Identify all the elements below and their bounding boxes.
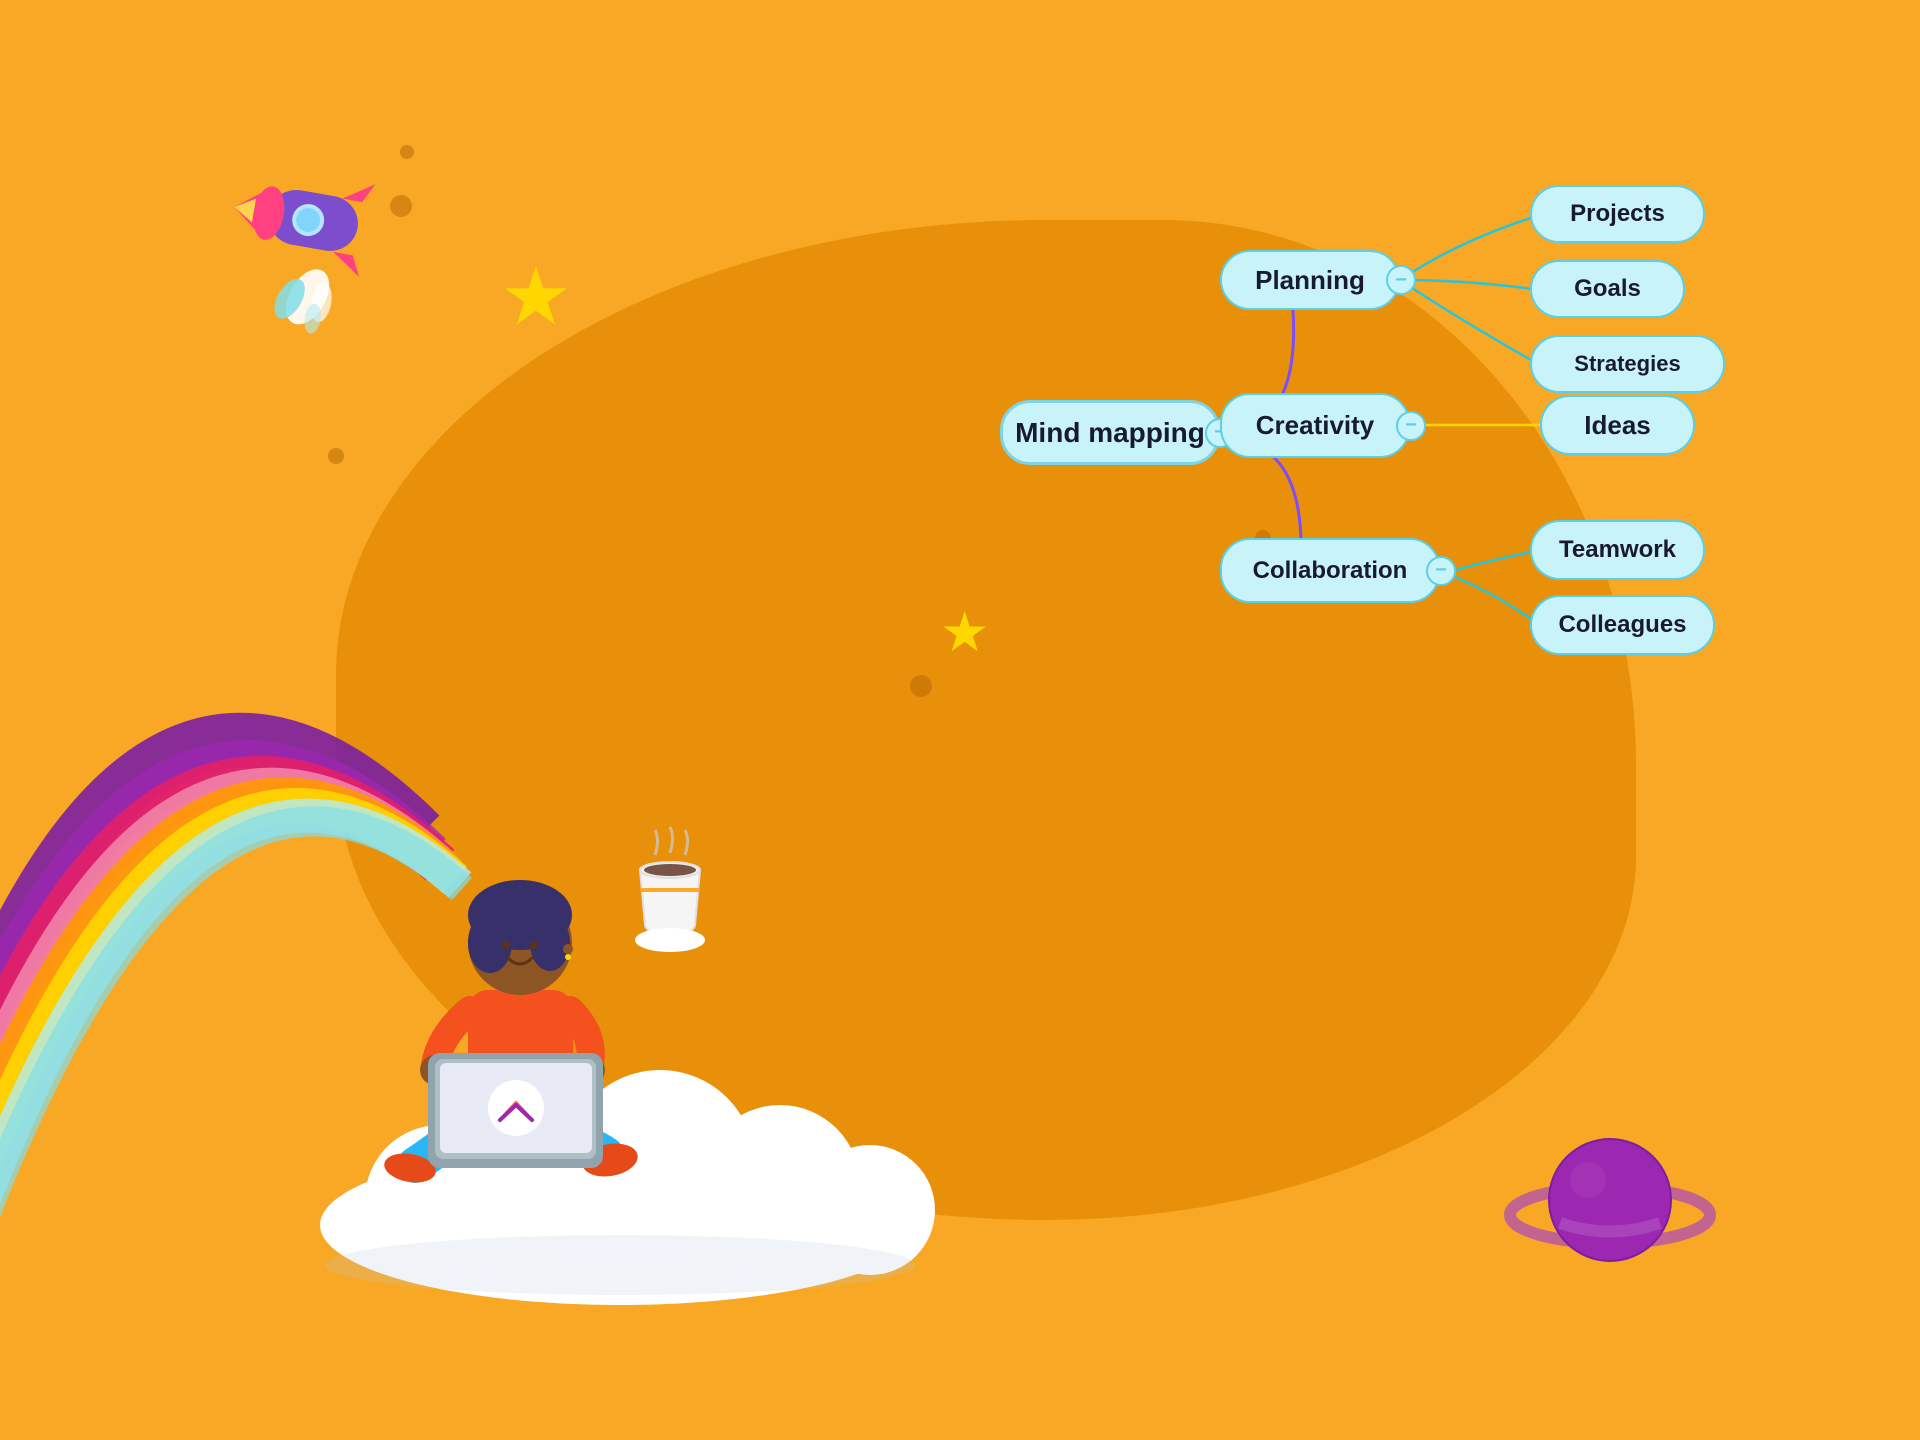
minus-collaboration[interactable]: − xyxy=(1426,556,1456,586)
planet xyxy=(1500,1105,1720,1290)
node-colleagues[interactable]: Colleagues xyxy=(1530,595,1715,655)
node-collaboration[interactable]: Collaboration − xyxy=(1220,538,1440,603)
minus-creativity[interactable]: − xyxy=(1396,411,1426,441)
coffee-cup xyxy=(620,825,720,960)
node-strategies[interactable]: Strategies xyxy=(1530,335,1725,393)
node-planning-label: Planning xyxy=(1255,265,1365,296)
node-ideas-label: Ideas xyxy=(1584,410,1651,441)
mindmap-container: Mind mapping − Planning − Creativity − C… xyxy=(1000,160,1800,740)
minus-planning[interactable]: − xyxy=(1386,265,1416,295)
node-center-label: Mind mapping xyxy=(1015,417,1205,449)
node-goals[interactable]: Goals xyxy=(1530,260,1685,318)
node-teamwork[interactable]: Teamwork xyxy=(1530,520,1705,580)
star-large-1: ★ xyxy=(500,250,572,343)
dot-3 xyxy=(910,675,932,697)
star-medium-1: ★ xyxy=(940,600,989,664)
node-strategies-label: Strategies xyxy=(1574,351,1680,377)
node-projects[interactable]: Projects xyxy=(1530,185,1705,243)
node-creativity[interactable]: Creativity − xyxy=(1220,393,1410,458)
node-projects-label: Projects xyxy=(1570,200,1665,228)
node-mind-mapping[interactable]: Mind mapping − xyxy=(1000,400,1220,465)
node-collaboration-label: Collaboration xyxy=(1253,557,1408,585)
node-planning[interactable]: Planning − xyxy=(1220,250,1400,310)
node-ideas[interactable]: Ideas xyxy=(1540,395,1695,455)
node-creativity-label: Creativity xyxy=(1256,410,1375,441)
node-goals-label: Goals xyxy=(1574,275,1641,303)
rocket xyxy=(165,60,496,384)
node-teamwork-label: Teamwork xyxy=(1559,536,1676,564)
node-colleagues-label: Colleagues xyxy=(1558,611,1686,639)
